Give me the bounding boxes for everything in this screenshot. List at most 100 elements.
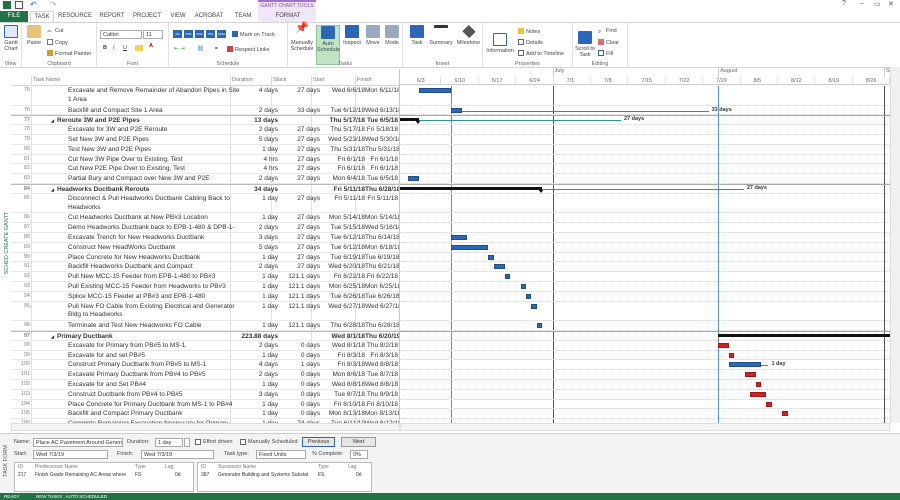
successor-grid[interactable]: ID Successor Name Type Lag 387 Generator… — [197, 462, 372, 492]
percent-0-button[interactable]: 0% — [173, 30, 182, 38]
column-header-slack[interactable]: Slack — [273, 77, 286, 83]
finish-date-field[interactable]: Wed 7/3/19 — [141, 450, 214, 459]
notes-button[interactable]: Notes — [518, 28, 540, 35]
font-family-select[interactable]: Calibri — [100, 30, 142, 39]
table-row[interactable]: 82 Cut New P2E Pipe Over to Existing, Tes… — [11, 164, 399, 175]
column-header-start[interactable]: Start — [313, 77, 325, 83]
critical-task-bar[interactable] — [750, 391, 767, 397]
percent-100-button[interactable]: 100% — [217, 30, 226, 38]
table-row[interactable]: 97 Primary Ductbank ◢ 223.88 days Wed 8/1/1… — [11, 331, 399, 341]
auto-schedule-button[interactable]: Auto Schedule — [316, 25, 340, 65]
table-row[interactable]: 90 Place Concrete for New Headworks Ductb… — [11, 253, 399, 263]
manually-scheduled-checkbox[interactable] — [240, 439, 246, 445]
tab-resource[interactable]: RESOURCE — [58, 11, 92, 22]
predecessor-grid[interactable]: ID Predecessor Name Type Lag 217 Finish … — [14, 462, 194, 492]
duration-field[interactable]: 1 day — [155, 438, 183, 447]
paste-button[interactable]: Paste — [25, 25, 43, 46]
tab-task[interactable]: TASK — [30, 11, 54, 22]
task-name[interactable]: Partial Bury and Compact over New 3W and… — [68, 175, 240, 184]
bold-button[interactable]: B — [103, 45, 107, 51]
next-button[interactable]: Next — [341, 437, 376, 447]
task-bar[interactable] — [493, 264, 505, 270]
task-bar[interactable] — [419, 88, 452, 93]
task-type-select[interactable]: Fixed Units — [256, 450, 306, 459]
task-bar[interactable] — [504, 274, 510, 280]
fill-button[interactable]: Fill — [598, 50, 613, 57]
task-bar[interactable] — [451, 235, 468, 240]
task-bar[interactable] — [488, 254, 494, 260]
task-name[interactable]: Excavate and Remove Remainder of Abandon… — [68, 87, 240, 104]
task-name[interactable]: Pull New FO Cable from Existing Electric… — [68, 303, 240, 320]
font-size-select[interactable]: 11 — [143, 30, 163, 39]
table-horizontal-scrollbar[interactable] — [11, 423, 400, 431]
table-row[interactable]: 105 Backfill and Compact Primary Ductbank… — [11, 409, 399, 420]
task-bar[interactable] — [408, 176, 419, 182]
table-row[interactable]: 104 Place Concrete for Primary Ductbank f… — [11, 400, 399, 410]
table-row[interactable]: 98 Excavate for Primary from PB#5 to MS-1… — [11, 341, 399, 351]
previous-button[interactable]: Previous — [302, 437, 335, 447]
tab-file[interactable]: FILE — [0, 11, 28, 22]
insert-summary-button[interactable]: Summary — [428, 25, 454, 46]
critical-task-bar[interactable] — [728, 352, 735, 358]
tab-format[interactable]: FORMAT — [262, 11, 314, 22]
start-date-field[interactable]: Wed 7/3/19 — [33, 450, 108, 459]
gantt-horizontal-scrollbar[interactable] — [400, 423, 890, 431]
information-button[interactable]: Information — [485, 33, 515, 54]
copy-button[interactable]: Copy — [47, 39, 68, 46]
table-row[interactable]: 79 Set New 3W and P2E Pipes 5 days 27 days W… — [11, 135, 399, 145]
task-bar[interactable] — [525, 293, 532, 299]
critical-task-bar[interactable] — [766, 401, 772, 407]
details-button[interactable]: Details — [518, 39, 543, 46]
save-icon[interactable] — [15, 1, 23, 9]
task-name[interactable]: Construct Ductbank from PB#4 to PB#5 — [68, 391, 240, 400]
task-name[interactable]: Construct Primary Ductbank from PB#5 to … — [68, 361, 240, 370]
table-row[interactable]: 86 Cut Headworks Ductbank at New PB#3 Loc… — [11, 213, 399, 224]
undo-icon[interactable]: ↶ — [30, 1, 38, 9]
close-button[interactable]: ✕ — [888, 0, 894, 8]
move-button[interactable]: Move — [364, 25, 382, 46]
table-row[interactable]: 91 Backfill Headworks Ductbank and Compac… — [11, 262, 399, 273]
percent-50-button[interactable]: 50% — [195, 30, 204, 38]
task-bar[interactable] — [451, 244, 489, 250]
tab-team[interactable]: TEAM — [232, 11, 254, 22]
task-name[interactable]: Excavate for 3W and P2E Reroute — [68, 126, 240, 135]
table-row[interactable]: 78 Excavate for 3W and P2E Reroute 2 days 2… — [11, 125, 399, 135]
link-tasks-icon[interactable]: ⛓ — [197, 46, 204, 52]
task-name[interactable]: Pull New MCC-15 Feeder from EPB-1-480 to… — [68, 273, 240, 282]
underline-button[interactable]: U — [123, 45, 127, 51]
task-name[interactable]: Place Concrete for Primary Ductbank from… — [68, 401, 240, 410]
table-row[interactable]: 100 Construct Primary Ductbank from PB#5 … — [11, 360, 399, 371]
gantt-chart-button[interactable]: Gantt Chart — [1, 25, 21, 52]
collapse-toggle-icon[interactable]: ◢ — [51, 187, 54, 192]
task-name-field[interactable]: Place AC Pavement Around Generatc — [33, 438, 123, 447]
task-name[interactable]: Excavate Primary Ductbank from PB#4 to P… — [68, 371, 240, 380]
table-row[interactable]: 75 Excavate and Remove Remainder of Aband… — [11, 86, 399, 106]
task-name[interactable]: Place Concrete for New Headworks Ductban… — [68, 254, 240, 263]
table-row[interactable]: 88 Excavate Trench for New Headworks Duct… — [11, 233, 399, 243]
task-bar[interactable] — [536, 323, 542, 329]
task-name[interactable]: Backfill and Compact Site 1 Area — [68, 107, 240, 116]
minimize-button[interactable]: – — [860, 0, 864, 7]
summary-bar[interactable] — [400, 187, 542, 190]
table-row[interactable]: 95 Pull New FO Cable from Existing Electr… — [11, 302, 399, 322]
table-row[interactable]: 99 Excavate for and set PB#5 1 day 0 days Fr… — [11, 351, 399, 361]
column-header-task-name[interactable]: Task Name — [33, 77, 61, 83]
column-header-duration[interactable]: Duration — [232, 77, 253, 83]
table-row[interactable]: 96 Terminate and Test New Headworks FO Ca… — [11, 321, 399, 331]
table-row[interactable]: 80 Test New 3W and P2E Pipes 1 day 27 days T… — [11, 145, 399, 155]
font-color-icon[interactable]: A — [149, 43, 153, 49]
find-button[interactable]: ⌕ Find — [598, 28, 617, 35]
table-row[interactable]: 103 Construct Ductbank from PB#4 to PB#5 3… — [11, 390, 399, 400]
task-bar[interactable] — [451, 107, 462, 113]
task-name[interactable]: Construct New HeadWorks Ductbank — [68, 244, 240, 253]
format-painter-button[interactable]: Format Painter — [47, 50, 91, 57]
task-name[interactable]: Excavate for and Set PB#4 — [68, 381, 240, 390]
critical-task-bar[interactable] — [744, 372, 756, 378]
tab-acrobat[interactable]: ACROBAT — [194, 11, 224, 22]
table-row[interactable]: 94 Splice MCC-15 Feeder at PB#3 and EPB-1… — [11, 292, 399, 302]
percent-75-button[interactable]: 75% — [206, 30, 215, 38]
task-bar[interactable] — [520, 284, 526, 289]
task-name[interactable]: Splice MCC-15 Feeder at PB#3 and EPB-1-4… — [68, 293, 240, 302]
table-row[interactable]: 102 Excavate for and Set PB#4 1 day 0 days W… — [11, 380, 399, 390]
italic-button[interactable]: I — [113, 45, 115, 51]
